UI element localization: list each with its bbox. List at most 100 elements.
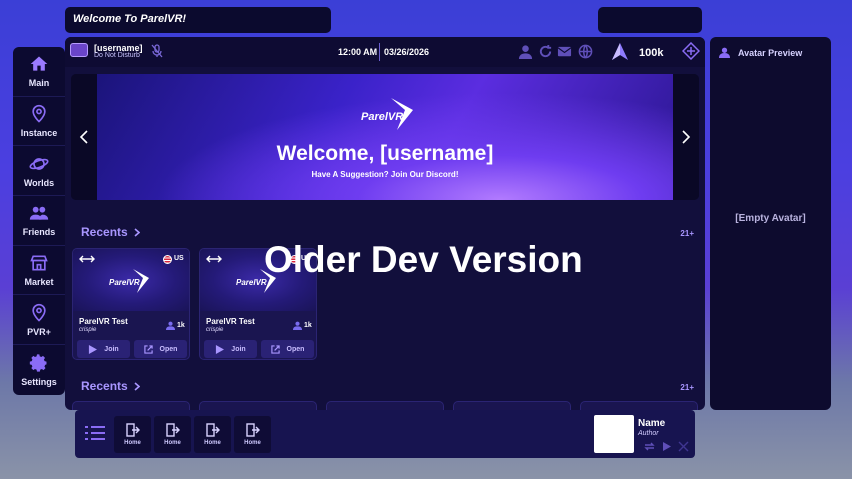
banner-art [97, 74, 673, 200]
dock-slot-label: Home [244, 440, 261, 446]
microphone-muted-icon[interactable] [151, 44, 163, 58]
world-title: ParelVR Test [79, 317, 128, 326]
us-flag-icon [163, 255, 172, 264]
world-author: crispie [206, 327, 224, 333]
dock-slot-home[interactable]: Home [114, 416, 151, 453]
now-playing-author: Author [638, 430, 659, 437]
dock-slot-home[interactable]: Home [234, 416, 271, 453]
currency-amount: 100k [639, 47, 664, 59]
avatar[interactable] [70, 43, 88, 57]
world-card[interactable] [580, 401, 698, 410]
nav-label: Main [28, 78, 50, 89]
welcome-bar: Welcome To ParelVR! [65, 7, 331, 33]
world-card[interactable] [453, 401, 571, 410]
exit-door-icon [125, 423, 140, 437]
exit-door-icon [165, 423, 180, 437]
dock-slot-label: Home [124, 440, 141, 446]
avatar-preview-panel: Avatar Preview [Empty Avatar] [710, 37, 831, 410]
welcome-text: Welcome To ParelVR! [73, 13, 187, 25]
join-button[interactable]: Join [77, 340, 130, 358]
planet-icon [29, 157, 49, 170]
nav-label: Friends [22, 227, 56, 238]
now-playing-thumbnail [594, 415, 634, 453]
join-label: Join [104, 345, 119, 353]
nav-item-market[interactable]: Market [13, 246, 65, 296]
card-logo-text: ParelVR [109, 278, 140, 287]
open-label: Open [159, 345, 178, 353]
recents-heading[interactable]: Recents [81, 379, 140, 393]
nav-label: PVR+ [27, 326, 51, 337]
date: 03/26/2026 [384, 47, 430, 57]
store-icon [30, 255, 48, 271]
refresh-icon[interactable] [538, 44, 553, 59]
welcome-banner[interactable]: ParelVR Welcome, [username] Have A Sugge… [71, 74, 699, 200]
close-icon[interactable] [678, 441, 689, 452]
divider [379, 43, 380, 61]
play-icon [216, 344, 225, 354]
nav-item-friends[interactable]: Friends [13, 196, 65, 246]
empty-avatar-text: [Empty Avatar] [735, 213, 806, 224]
now-playing-name: Name [638, 418, 666, 429]
nav-label: Worlds [23, 177, 55, 188]
status-text[interactable]: Do Not Disturb [94, 52, 140, 59]
recents-label: Recents [81, 225, 128, 239]
exit-door-icon [205, 423, 220, 437]
recents-count[interactable]: 21+ [680, 229, 694, 238]
nav-item-main[interactable]: Main [13, 47, 65, 97]
recents-heading[interactable]: Recents [81, 225, 140, 239]
region-label: US [174, 255, 184, 262]
location-pin-icon [32, 303, 46, 322]
user-icon [293, 321, 302, 330]
nav-item-pvr-plus[interactable]: PVR+ [13, 295, 65, 346]
world-card[interactable] [199, 401, 317, 410]
bottom-dock: Home Home Home Home Name Author [75, 410, 695, 458]
repeat-icon[interactable] [644, 441, 655, 452]
world-author: crispie [79, 327, 97, 333]
top-right-panel [598, 7, 702, 33]
world-card[interactable] [326, 401, 444, 410]
player-count: 1k [177, 322, 185, 329]
open-button[interactable]: Open [134, 340, 187, 358]
parelvr-logo: ParelVR [109, 269, 149, 293]
recents-count[interactable]: 21+ [680, 383, 694, 392]
open-label: Open [286, 345, 305, 353]
banner-subtitle[interactable]: Have A Suggestion? Join Our Discord! [71, 170, 699, 179]
status-bar: [username] Do Not Disturb 12:00 AM 03/26… [65, 37, 705, 67]
version-overlay-text: Older Dev Version [264, 239, 583, 280]
mail-icon[interactable] [557, 44, 572, 59]
open-button[interactable]: Open [261, 340, 314, 358]
world-card[interactable]: US ParelVR ParelVR Test crispie 1k Join … [72, 248, 190, 360]
user-icon[interactable] [518, 44, 533, 59]
external-link-icon [270, 344, 280, 354]
dock-slot-home[interactable]: Home [194, 416, 231, 453]
dock-slot-label: Home [204, 440, 221, 446]
banner-next-button[interactable] [673, 74, 699, 200]
parelvr-logo: ParelVR [361, 98, 413, 130]
world-card[interactable] [72, 401, 190, 410]
chevron-right-icon [134, 381, 140, 391]
dock-slot-home[interactable]: Home [154, 416, 191, 453]
player-count: 1k [304, 322, 312, 329]
compass-icon[interactable] [682, 42, 700, 60]
clock: 12:00 AM [338, 47, 378, 57]
join-button[interactable]: Join [204, 340, 257, 358]
banner-prev-button[interactable] [71, 74, 97, 200]
globe-icon[interactable] [578, 44, 593, 59]
nav-item-settings[interactable]: Settings [13, 345, 65, 395]
play-icon [89, 344, 98, 354]
menu-icon[interactable] [85, 425, 105, 441]
nav-item-worlds[interactable]: Worlds [13, 146, 65, 197]
banner-logo-text: ParelVR [361, 111, 403, 123]
play-icon[interactable] [661, 441, 672, 452]
nav-item-instance[interactable]: Instance [13, 97, 65, 147]
gear-icon [29, 354, 47, 372]
main-panel: [username] Do Not Disturb 12:00 AM 03/26… [65, 37, 705, 410]
dock-slot-label: Home [164, 440, 181, 446]
world-title: ParelVR Test [206, 317, 255, 326]
user-icon [166, 321, 175, 330]
recents-label: Recents [81, 379, 128, 393]
location-pin-icon [32, 104, 46, 123]
chevron-right-icon [134, 227, 140, 237]
user-icon [719, 47, 730, 58]
home-icon [30, 56, 48, 72]
